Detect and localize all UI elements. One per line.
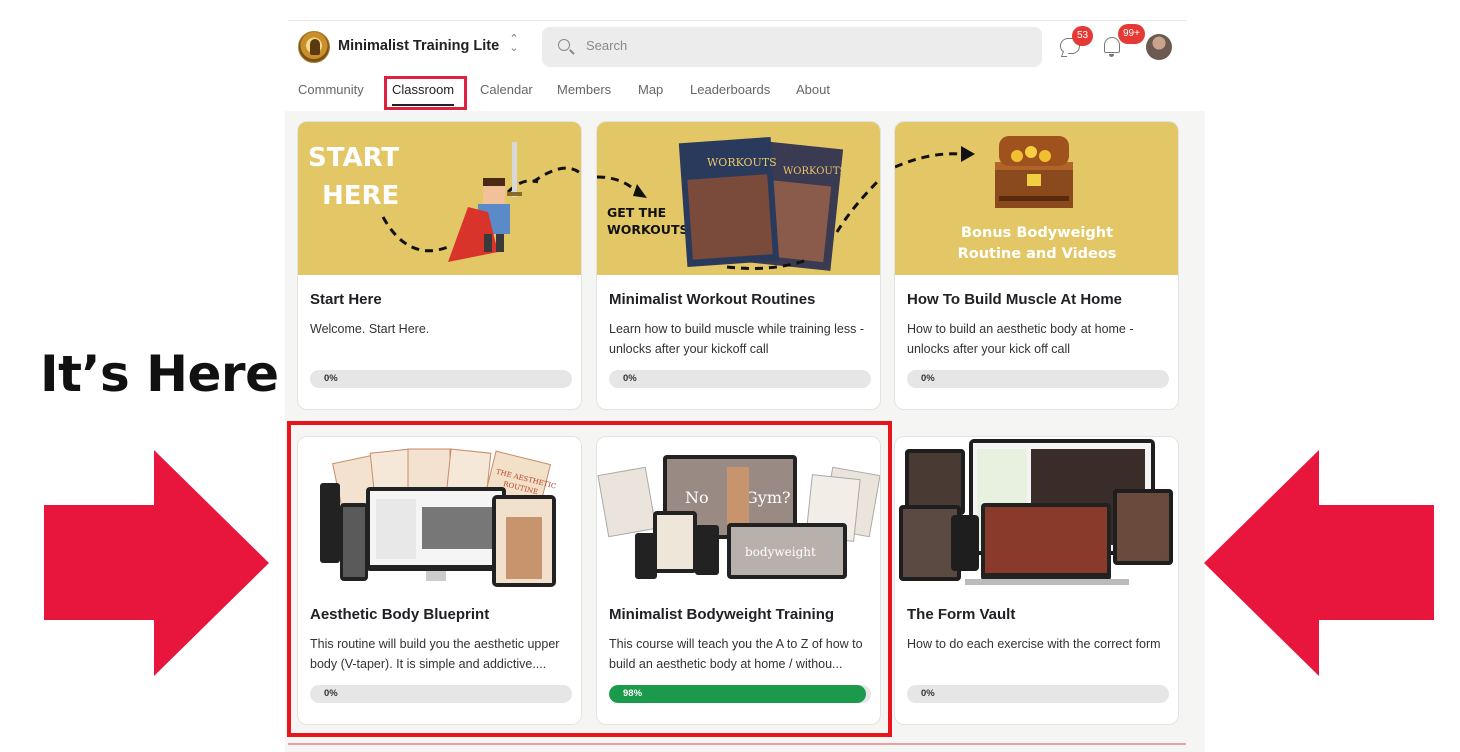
switch-group-chevron-icon[interactable]: ⌃ ⌄ bbox=[508, 34, 520, 54]
search-input[interactable] bbox=[586, 38, 1006, 53]
image-text-start: START bbox=[308, 143, 399, 173]
image-text-bonus-line2: Routine and Videos bbox=[958, 246, 1117, 262]
progress-label: 0% bbox=[921, 373, 935, 384]
progress-bar: 0% bbox=[907, 370, 1169, 388]
course-title: The Form Vault bbox=[907, 606, 1016, 623]
user-avatar[interactable] bbox=[1146, 34, 1172, 60]
app-header: Minimalist Training Lite ⌃⌄ 53 99+ bbox=[288, 21, 1186, 77]
tab-leaderboards[interactable]: Leaderboards bbox=[690, 82, 770, 97]
course-title: Start Here bbox=[310, 291, 382, 308]
tab-members[interactable]: Members bbox=[557, 82, 611, 97]
search-bar[interactable] bbox=[542, 27, 1042, 67]
annotation-highlight-box bbox=[287, 421, 892, 737]
classroom-tab-highlight bbox=[384, 76, 467, 110]
notifications-badge: 99+ bbox=[1118, 24, 1145, 44]
image-text-workouts: WORKOUTS bbox=[607, 222, 688, 237]
tab-community[interactable]: Community bbox=[298, 82, 364, 97]
progress-bar: 0% bbox=[609, 370, 871, 388]
tab-calendar[interactable]: Calendar bbox=[480, 82, 533, 97]
course-description: How to build an aesthetic body at home -… bbox=[907, 322, 1134, 356]
progress-bar: 0% bbox=[310, 370, 572, 388]
group-logo[interactable] bbox=[298, 31, 330, 63]
arrow-right-icon bbox=[44, 450, 269, 676]
progress-bar: 0% bbox=[907, 685, 1169, 703]
image-text-here: HERE bbox=[322, 181, 399, 211]
bell-icon[interactable] bbox=[1104, 37, 1120, 57]
bottom-divider bbox=[288, 743, 1186, 745]
image-text-get-the: GET THE bbox=[607, 205, 666, 220]
course-image-bonus: Bonus Bodyweight Routine and Videos bbox=[895, 122, 1178, 275]
course-title: Minimalist Workout Routines bbox=[609, 291, 816, 308]
course-title: How To Build Muscle At Home bbox=[907, 291, 1123, 308]
group-name[interactable]: Minimalist Training Lite bbox=[338, 38, 499, 54]
tab-map[interactable]: Map bbox=[638, 82, 663, 97]
progress-label: 0% bbox=[921, 688, 935, 699]
arrow-left-icon bbox=[1204, 450, 1434, 676]
svg-text:WORKOUTS: WORKOUTS bbox=[707, 156, 777, 169]
course-card-build-muscle-at-home[interactable]: Bonus Bodyweight Routine and Videos How … bbox=[894, 121, 1179, 410]
course-image-workouts: GET THE WORKOUTS WORKOUTS WORKOUTS bbox=[597, 122, 880, 275]
image-text-bonus-line1: Bonus Bodyweight bbox=[961, 225, 1113, 241]
course-card-the-form-vault[interactable]: The Form Vault How to do each exercise w… bbox=[894, 436, 1179, 725]
progress-label: 0% bbox=[324, 373, 338, 384]
chat-badge: 53 bbox=[1072, 26, 1094, 46]
course-image-form-vault bbox=[895, 437, 1178, 590]
course-card-start-here[interactable]: START HERE Start Here Welcome. Start Her… bbox=[297, 121, 582, 410]
svg-text:WORKOUTS: WORKOUTS bbox=[783, 166, 847, 177]
tab-about[interactable]: About bbox=[796, 82, 830, 97]
course-image-start-here: START HERE bbox=[298, 122, 581, 275]
course-card-minimalist-workout-routines[interactable]: GET THE WORKOUTS WORKOUTS WORKOUTS Minim… bbox=[596, 121, 881, 410]
search-icon bbox=[558, 39, 570, 51]
course-description: How to do each exercise with the correct… bbox=[907, 637, 1161, 651]
annotation-label: It’s Here bbox=[40, 345, 279, 403]
course-description: Learn how to build muscle while training… bbox=[609, 322, 864, 356]
progress-label: 0% bbox=[623, 373, 637, 384]
page: Minimalist Training Lite ⌃⌄ 53 99+ Commu… bbox=[0, 0, 1460, 752]
course-description: Welcome. Start Here. bbox=[310, 322, 430, 336]
